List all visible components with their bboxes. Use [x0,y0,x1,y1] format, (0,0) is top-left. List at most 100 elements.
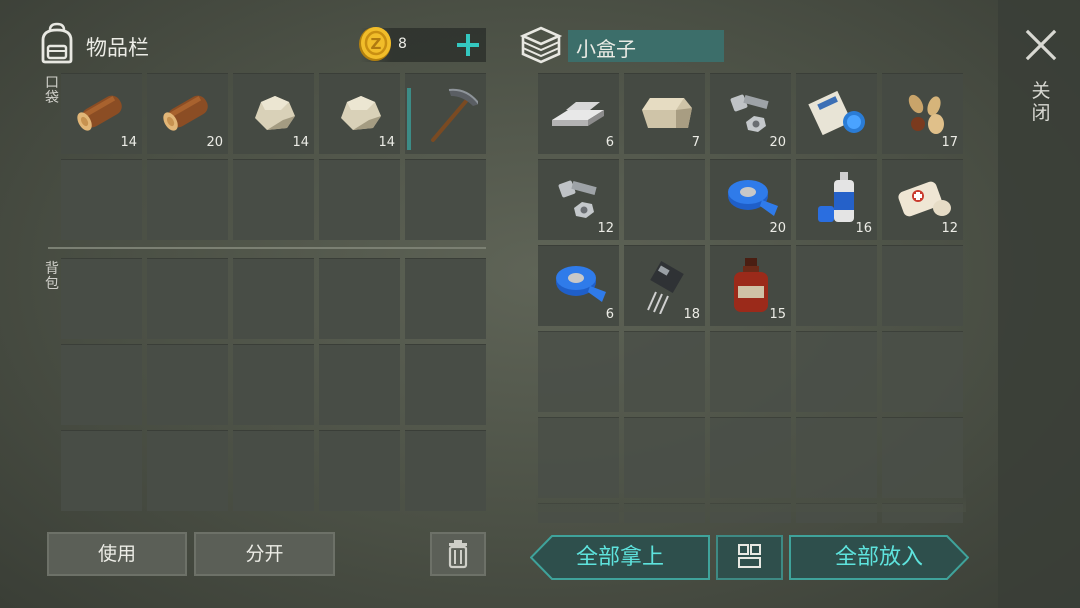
locked-slot [796,417,877,498]
log-icon [163,95,208,131]
inventory-slot[interactable] [233,159,314,240]
inventory-slot[interactable] [405,73,486,154]
item-quantity: 7 [691,135,700,150]
item-quantity: 20 [769,221,786,236]
svg-text:Z: Z [371,35,382,53]
put-all-label: 全部放入 [834,545,923,570]
inventory-slot[interactable] [319,430,400,511]
inventory-slot[interactable]: 15 [710,245,791,326]
item-quantity: 18 [683,307,700,322]
item-quantity: 15 [769,307,786,322]
locked-slot [624,331,705,412]
close-icon [1025,29,1057,61]
inventory-slot[interactable] [319,258,400,339]
locked-slot [710,331,791,412]
inventory-slot[interactable]: 20 [710,73,791,154]
inventory-slot[interactable]: 14 [233,73,314,154]
inventory-slot[interactable]: 14 [61,73,142,154]
pocket-label: 口袋 [45,75,59,106]
bandage-icon [898,181,951,217]
trash-icon [448,540,468,569]
inventory-slot[interactable] [233,258,314,339]
transistor-icon [647,260,684,314]
item-quantity: 6 [605,307,614,322]
close-label[interactable]: 关闭 [1030,80,1052,124]
locked-slot [538,417,619,498]
backpack-icon [41,22,73,64]
inventory-slot[interactable] [61,258,142,339]
inventory-slot[interactable] [405,430,486,511]
grid-sort-icon [738,544,761,568]
inventory-slot[interactable] [796,73,877,154]
locked-slot [882,331,963,412]
seeds-icon [908,94,944,134]
inventory-slot[interactable] [233,344,314,425]
item-quantity: 12 [597,221,614,236]
inventory-slot[interactable]: 20 [710,159,791,240]
sort-button[interactable] [716,535,783,580]
trash-button[interactable] [430,532,486,576]
inventory-slot[interactable] [624,159,705,240]
close-button[interactable] [1024,28,1058,62]
take-all-label: 全部拿上 [575,545,664,570]
item-quantity: 20 [769,135,786,150]
inventory-slot[interactable] [233,430,314,511]
locked-slot [624,417,705,498]
inventory-slot[interactable] [147,258,228,339]
inventory-slot[interactable]: 12 [538,159,619,240]
inventory-slot[interactable]: 6 [538,73,619,154]
coin-count: 8 [398,36,407,52]
stone-icon [255,96,295,130]
inventory-slot[interactable] [61,430,142,511]
inventory-slot[interactable] [147,344,228,425]
split-button[interactable]: 分开 [194,532,335,576]
blue-tape-icon [556,266,606,302]
inventory-slot[interactable] [147,159,228,240]
item-quantity: 14 [292,135,309,150]
inventory-slot[interactable]: 18 [624,245,705,326]
close-label-text: 关闭 [1031,80,1051,124]
inventory-slot[interactable] [319,159,400,240]
inventory-slot[interactable]: 17 [882,73,963,154]
item-quantity: 12 [941,221,958,236]
take-all-button[interactable]: 全部拿上 [530,535,710,580]
locked-slot [882,417,963,498]
inventory-slot[interactable] [319,344,400,425]
inventory-slot[interactable]: 16 [796,159,877,240]
blue-tape-icon [728,180,778,216]
backpack-section-label: 背包 [45,261,59,292]
inventory-slot[interactable] [882,245,963,326]
coin-icon: Z [359,27,391,61]
add-coins-button[interactable] [454,31,482,59]
stone-block-icon [642,98,692,128]
inventory-slot[interactable]: 20 [147,73,228,154]
locked-slot [538,331,619,412]
coin-counter: Z 8 [359,27,486,62]
inventory-slot[interactable]: 6 [538,245,619,326]
inventory-slot[interactable] [61,344,142,425]
section-divider [48,247,486,249]
use-button[interactable]: 使用 [47,532,187,576]
log-icon [77,95,122,131]
inventory-slot[interactable]: 14 [319,73,400,154]
inventory-slot[interactable] [405,344,486,425]
inventory-title: 物品栏 [86,36,149,60]
stone-icon [341,96,381,130]
bottle-icon [734,258,768,312]
inventory-slot[interactable] [796,245,877,326]
locked-slot [796,331,877,412]
item-quantity: 16 [855,221,872,236]
inventory-slot[interactable]: 7 [624,73,705,154]
scroll-fade [536,492,966,512]
inventory-slot[interactable]: 12 [882,159,963,240]
put-all-button[interactable]: 全部放入 [789,535,969,580]
item-quantity: 20 [206,135,223,150]
item-quantity: 14 [378,135,395,150]
locked-slot [710,417,791,498]
container-name[interactable]: 小盒子 [568,30,724,62]
inventory-slot[interactable] [147,430,228,511]
inventory-slot[interactable] [61,159,142,240]
inventory-slot[interactable] [405,159,486,240]
bolts-icon [730,94,769,132]
inventory-slot[interactable] [405,258,486,339]
